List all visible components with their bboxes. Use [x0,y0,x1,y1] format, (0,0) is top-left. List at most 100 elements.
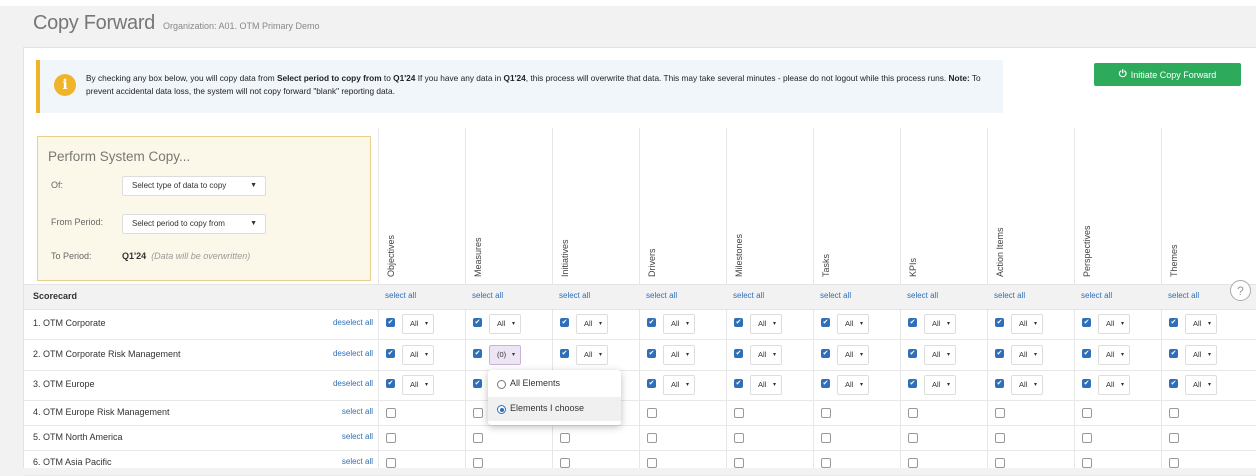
option-elements-i-choose[interactable]: Elements I choose [488,397,621,421]
checkbox-checked[interactable]: ✔ [1169,379,1178,388]
checkbox-unchecked[interactable] [1082,432,1092,443]
element-scope-select[interactable]: All ▾ [1098,375,1130,395]
checkbox-checked[interactable]: ✔ [1169,348,1178,358]
checkbox-checked[interactable]: ✔ [647,317,656,327]
row-select-toggle-link[interactable]: select all [342,432,373,441]
element-scope-select[interactable]: All ▾ [1185,313,1217,334]
checkbox-checked[interactable]: ✔ [995,379,1004,388]
checkbox-unchecked[interactable] [1169,432,1179,443]
column-select-all-link[interactable]: select all [820,291,851,300]
data-type-select[interactable]: Select type of data to copy ▼ [122,176,266,196]
checkbox-unchecked[interactable] [821,457,831,468]
row-select-toggle-link[interactable]: deselect all [333,318,373,327]
checkbox-unchecked[interactable] [1082,457,1092,468]
element-scope-select[interactable]: All ▾ [576,313,608,334]
checkbox-unchecked[interactable] [386,432,396,443]
row-select-toggle-link[interactable]: deselect all [333,349,373,358]
element-scope-select[interactable]: All ▾ [576,344,608,365]
element-scope-select[interactable]: All ▾ [924,313,956,334]
element-scope-select[interactable]: All ▾ [837,313,869,334]
row-select-toggle-link[interactable]: select all [342,457,373,466]
checkbox-unchecked[interactable] [995,432,1005,443]
checkbox-checked[interactable]: ✔ [473,348,482,358]
element-scope-select[interactable]: All ▾ [750,344,782,365]
element-scope-select[interactable]: All ▾ [837,375,869,395]
checkbox-checked[interactable]: ✔ [1082,348,1091,358]
element-scope-select[interactable]: All ▾ [402,313,434,334]
checkbox-unchecked[interactable] [995,407,1005,418]
element-scope-select-active[interactable]: (0) ▾ [489,344,521,365]
checkbox-unchecked[interactable] [647,432,657,443]
checkbox-unchecked[interactable] [560,457,570,468]
checkbox-unchecked[interactable] [647,457,657,468]
column-select-all-link[interactable]: select all [994,291,1025,300]
checkbox-unchecked[interactable] [821,432,831,443]
element-scope-select[interactable]: All ▾ [663,344,695,365]
checkbox-checked[interactable]: ✔ [734,348,743,358]
checkbox-unchecked[interactable] [386,457,396,468]
checkbox-unchecked[interactable] [734,457,744,468]
element-scope-select[interactable]: All ▾ [1098,313,1130,334]
element-scope-select[interactable]: All ▾ [663,375,695,395]
element-scope-select[interactable]: All ▾ [924,375,956,395]
option-all-elements[interactable]: All Elements [488,372,621,396]
checkbox-checked[interactable]: ✔ [734,317,743,327]
element-scope-select[interactable]: All ▾ [1011,344,1043,365]
checkbox-checked[interactable]: ✔ [821,317,830,327]
column-select-all-link[interactable]: select all [1168,291,1199,300]
row-select-toggle-link[interactable]: select all [342,407,373,416]
element-scope-select[interactable]: All ▾ [750,313,782,334]
checkbox-unchecked[interactable] [908,432,918,443]
checkbox-unchecked[interactable] [734,432,744,443]
element-scope-select[interactable]: All ▾ [402,344,434,365]
checkbox-unchecked[interactable] [1169,407,1179,418]
column-select-all-link[interactable]: select all [907,291,938,300]
checkbox-unchecked[interactable] [995,457,1005,468]
element-scope-select[interactable]: All ▾ [1098,344,1130,365]
checkbox-unchecked[interactable] [473,432,483,443]
element-scope-select[interactable]: All ▾ [1185,375,1217,395]
column-select-all-link[interactable]: select all [646,291,677,300]
element-scope-select[interactable]: All ▾ [924,344,956,365]
element-scope-select[interactable]: All ▾ [837,344,869,365]
checkbox-unchecked[interactable] [734,407,744,418]
checkbox-unchecked[interactable] [908,407,918,418]
checkbox-unchecked[interactable] [1082,407,1092,418]
initiate-copy-forward-button[interactable]: ⏻ Initiate Copy Forward [1094,63,1241,86]
element-scope-select[interactable]: All ▾ [663,313,695,334]
checkbox-checked[interactable]: ✔ [1169,317,1178,327]
checkbox-checked[interactable]: ✔ [1082,317,1091,327]
checkbox-checked[interactable]: ✔ [386,379,395,388]
column-select-all-link[interactable]: select all [472,291,503,300]
checkbox-checked[interactable]: ✔ [560,317,569,327]
checkbox-unchecked[interactable] [1169,457,1179,468]
element-scope-select[interactable]: All ▾ [402,375,434,395]
checkbox-checked[interactable]: ✔ [647,348,656,358]
checkbox-unchecked[interactable] [473,457,483,468]
checkbox-unchecked[interactable] [560,432,570,443]
checkbox-checked[interactable]: ✔ [821,379,830,388]
checkbox-unchecked[interactable] [647,407,657,418]
from-period-select[interactable]: Select period to copy from ▼ [122,214,266,234]
column-select-all-link[interactable]: select all [385,291,416,300]
element-scope-select[interactable]: All ▾ [1185,344,1217,365]
checkbox-checked[interactable]: ✔ [473,317,482,327]
element-scope-select[interactable]: All ▾ [1011,313,1043,334]
element-scope-select[interactable]: All ▾ [489,313,521,334]
column-select-all-link[interactable]: select all [559,291,590,300]
checkbox-unchecked[interactable] [908,457,918,468]
checkbox-checked[interactable]: ✔ [386,317,395,327]
column-select-all-link[interactable]: select all [733,291,764,300]
checkbox-unchecked[interactable] [386,407,396,418]
checkbox-checked[interactable]: ✔ [560,348,569,358]
checkbox-checked[interactable]: ✔ [995,348,1004,358]
row-select-toggle-link[interactable]: deselect all [333,379,373,388]
checkbox-checked[interactable]: ✔ [734,379,743,388]
checkbox-checked[interactable]: ✔ [995,317,1004,327]
checkbox-unchecked[interactable] [473,407,483,418]
checkbox-unchecked[interactable] [821,407,831,418]
checkbox-checked[interactable]: ✔ [908,379,917,388]
element-scope-select[interactable]: All ▾ [1011,375,1043,395]
checkbox-checked[interactable]: ✔ [1082,379,1091,388]
checkbox-checked[interactable]: ✔ [821,348,830,358]
